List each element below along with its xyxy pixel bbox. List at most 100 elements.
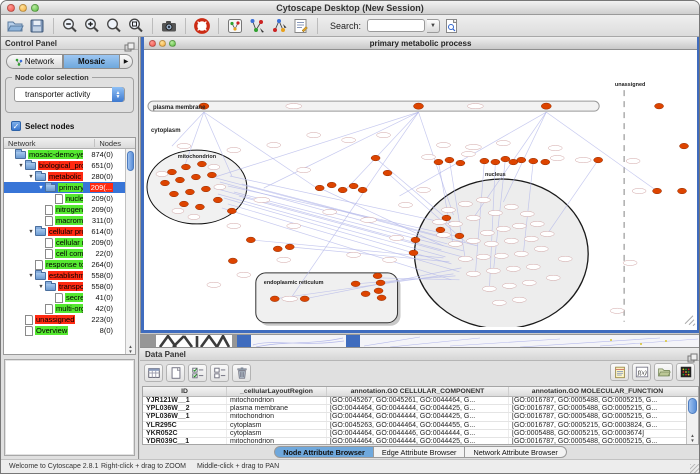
node-label-pill[interactable] — [623, 260, 637, 265]
node-label-pill[interactable] — [530, 221, 544, 226]
table-row[interactable]: YLR295Ccytoplasm[GO:0045263, GO:0044464,… — [143, 422, 686, 430]
table-scrollbar-arrows[interactable]: ▲▼ — [687, 433, 698, 443]
table-scrollbar-thumb[interactable] — [688, 398, 697, 414]
expand-arrow-icon[interactable]: ▼ — [37, 284, 45, 290]
zoom-in-icon[interactable] — [82, 16, 102, 36]
node-label-pill[interactable] — [575, 157, 591, 162]
node-label-pill[interactable] — [524, 236, 538, 241]
notes-icon[interactable] — [610, 363, 629, 381]
tab-network-attribute-browser[interactable]: Network Attribute Browser — [465, 446, 566, 458]
node-label-pill[interactable] — [208, 164, 220, 169]
snapshot-icon[interactable] — [159, 16, 179, 36]
tree-scrollbar-arrows[interactable]: ▲▼ — [126, 344, 135, 354]
table-row[interactable]: YPL036W__1mitochondrion[GO:0044464, GO:0… — [143, 413, 686, 421]
node-label-pill[interactable] — [550, 155, 564, 160]
tab-mosaic[interactable]: Mosaic — [63, 54, 120, 69]
network-node[interactable] — [436, 227, 445, 233]
network-node[interactable] — [195, 204, 204, 210]
tree-row[interactable]: cell communicat22(0) — [4, 248, 125, 259]
network-node[interactable] — [197, 161, 206, 167]
node-label-pill[interactable] — [347, 252, 361, 257]
node-label-pill[interactable] — [399, 202, 413, 207]
node-label-pill[interactable] — [461, 151, 475, 156]
apply-layout-icon[interactable] — [247, 16, 267, 36]
node-label-pill[interactable] — [287, 223, 301, 228]
node-label-pill[interactable] — [512, 223, 526, 228]
tree-row[interactable]: mosaic-demo-yeast874(0) — [4, 149, 125, 160]
node-label-pill[interactable] — [476, 197, 490, 202]
network-canvas[interactable]: plasma membrane cytoplasm mitochondrion … — [144, 50, 697, 327]
zoom-selected-region-icon[interactable] — [104, 16, 124, 36]
background-window-overview[interactable] — [156, 335, 232, 347]
network-node[interactable] — [315, 185, 324, 191]
network-node[interactable] — [455, 233, 464, 239]
network-view-frame[interactable]: primary metabolic process — [141, 37, 700, 333]
network-node[interactable] — [228, 258, 237, 264]
node-label-pill[interactable] — [506, 266, 520, 271]
advanced-search-icon[interactable] — [442, 16, 462, 36]
node-label-pill[interactable] — [254, 197, 270, 202]
network-node[interactable] — [541, 159, 550, 165]
node-label-pill[interactable] — [277, 257, 291, 262]
node-label-pill[interactable] — [467, 104, 483, 109]
node-label-pill[interactable] — [488, 210, 502, 215]
tree-row[interactable]: ▼cellular process614(0) — [4, 226, 125, 237]
network-node[interactable] — [411, 237, 420, 243]
node-label-pill[interactable] — [534, 246, 548, 251]
network-node[interactable] — [653, 188, 662, 194]
node-label-pill[interactable] — [502, 283, 516, 288]
tree-row[interactable]: response to stimul264(0) — [4, 259, 125, 270]
window-resize-grip[interactable] — [690, 464, 700, 474]
tree-row[interactable]: nitrogen compo209(0) — [4, 204, 125, 215]
tree-row[interactable]: ▼establishment of lo558(0) — [4, 270, 125, 281]
node-label-pill[interactable] — [496, 226, 510, 231]
node-label-pill[interactable] — [448, 221, 462, 226]
node-label-pill[interactable] — [484, 241, 498, 246]
network-node[interactable] — [376, 280, 385, 286]
expand-arrow-icon[interactable]: ▼ — [37, 185, 45, 191]
network-node[interactable] — [442, 215, 451, 221]
network-node[interactable] — [409, 250, 418, 256]
tree-col-network[interactable]: Network — [8, 138, 36, 149]
node-label-pill[interactable] — [377, 133, 391, 138]
annotation-icon[interactable] — [291, 16, 311, 36]
network-node[interactable] — [374, 288, 383, 294]
network-node[interactable] — [338, 187, 347, 193]
birdseye-view-panel[interactable] — [4, 359, 135, 456]
window-titlebar[interactable]: Cytoscape Desktop (New Session) — [1, 1, 699, 15]
select-attributes-icon[interactable] — [188, 364, 207, 382]
network-node[interactable] — [680, 143, 689, 149]
table-scrollbar[interactable]: ▲▼ — [686, 397, 698, 444]
network-node[interactable] — [349, 183, 358, 189]
new-attribute-icon[interactable] — [166, 364, 185, 382]
node-label-pill[interactable] — [448, 241, 462, 246]
open-file-icon[interactable] — [5, 16, 25, 36]
node-label-pill[interactable] — [465, 144, 481, 149]
tree-row[interactable]: cellular metabo209(0) — [4, 237, 125, 248]
network-node[interactable] — [371, 155, 380, 161]
network-node[interactable] — [185, 189, 194, 195]
network-node[interactable] — [358, 187, 367, 193]
network-node[interactable] — [361, 291, 370, 297]
help-icon[interactable] — [192, 16, 212, 36]
expand-arrow-icon[interactable]: ▼ — [27, 229, 35, 235]
node-label-pill[interactable] — [458, 256, 472, 261]
tree-scrollbar-thumb[interactable] — [127, 151, 134, 171]
background-window-content[interactable] — [360, 335, 700, 347]
tree-row[interactable]: ▼biological_process651(0) — [4, 160, 125, 171]
expand-arrow-icon[interactable]: ▼ — [17, 163, 25, 169]
network-node[interactable] — [414, 103, 424, 109]
save-session-icon[interactable] — [27, 16, 47, 36]
network-node[interactable] — [517, 157, 526, 163]
tree-row[interactable]: Overview8(0) — [4, 325, 125, 336]
tree-row[interactable]: secretion41(0) — [4, 292, 125, 303]
network-node[interactable] — [434, 159, 443, 165]
network-node[interactable] — [529, 158, 538, 164]
node-label-pill[interactable] — [486, 268, 500, 273]
node-label-pill[interactable] — [436, 142, 450, 147]
node-label-pill[interactable] — [546, 275, 560, 280]
column-header[interactable]: annotation.GO MOLECULAR_FUNCTION — [509, 387, 686, 396]
node-label-pill[interactable] — [522, 280, 536, 285]
network-node[interactable] — [327, 182, 336, 188]
network-node[interactable] — [383, 170, 392, 176]
